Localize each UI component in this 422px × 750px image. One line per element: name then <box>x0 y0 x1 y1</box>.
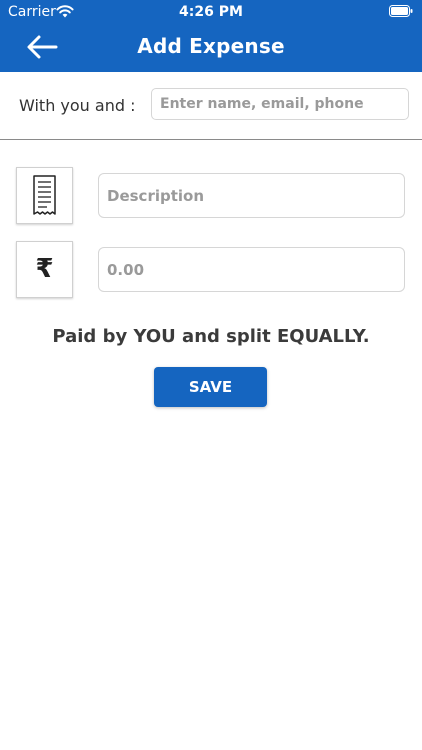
receipt-icon <box>33 175 56 215</box>
participants-input[interactable] <box>151 88 409 120</box>
app-header: Carrier 4:26 PM Add Expense <box>0 0 422 72</box>
status-time: 4:26 PM <box>179 4 243 20</box>
battery-icon <box>389 5 413 17</box>
description-input[interactable] <box>98 173 405 218</box>
participants-label: With you and : <box>19 96 136 115</box>
save-button[interactable]: SAVE <box>154 367 267 407</box>
participants-row: With you and : <box>0 88 422 124</box>
divider <box>0 139 422 140</box>
page-title: Add Expense <box>137 34 285 58</box>
nav-bar: Add Expense <box>0 24 422 72</box>
amount-input[interactable] <box>98 247 405 292</box>
rupee-icon-box: ₹ <box>16 241 73 298</box>
rupee-icon: ₹ <box>35 254 54 284</box>
receipt-icon-box <box>16 167 73 224</box>
status-bar: Carrier 4:26 PM <box>0 0 422 24</box>
split-summary: Paid by YOU and split EQUALLY. <box>52 326 370 347</box>
